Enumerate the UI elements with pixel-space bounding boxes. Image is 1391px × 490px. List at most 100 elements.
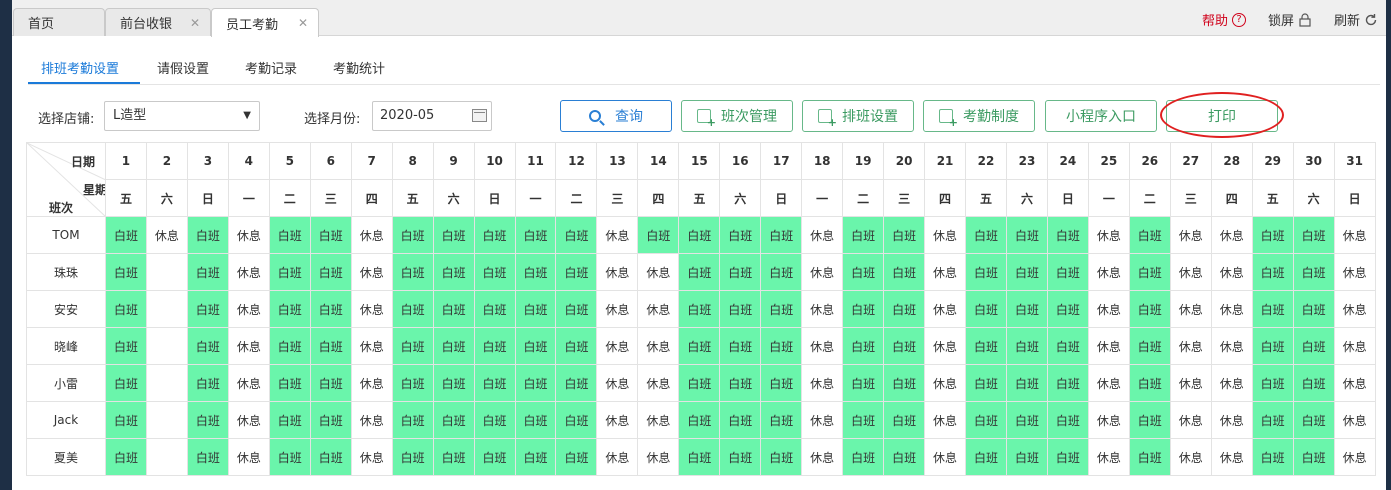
shift-cell-day[interactable]: 白班 [309, 290, 352, 328]
shift-cell-off[interactable]: 休息 [801, 327, 844, 365]
close-icon[interactable]: ✕ [190, 16, 200, 30]
shift-cell-day[interactable]: 白班 [1128, 290, 1171, 328]
shift-cell-day[interactable]: 白班 [309, 253, 352, 291]
shift-cell-off[interactable]: 休息 [637, 290, 680, 328]
shift-cell-day[interactable]: 白班 [432, 327, 475, 365]
shift-cell-day[interactable]: 白班 [268, 401, 311, 439]
shift-cell-off[interactable]: 休息 [924, 216, 967, 254]
shift-cell-day[interactable]: 白班 [678, 438, 721, 476]
shift-cell-day[interactable]: 白班 [760, 253, 803, 291]
shift-cell-day[interactable]: 白班 [1251, 253, 1294, 291]
shift-cell-off[interactable]: 休息 [1169, 327, 1212, 365]
shift-cell-day[interactable]: 白班 [309, 216, 352, 254]
shift-cell-off[interactable]: 休息 [924, 290, 967, 328]
shift-cell-day[interactable]: 白班 [678, 364, 721, 402]
subtab-attendance-stats[interactable]: 考勤统计 [333, 58, 385, 77]
shift-cell-day[interactable]: 白班 [965, 290, 1007, 328]
shift-cell-day[interactable]: 白班 [1128, 216, 1171, 254]
shift-cell-day[interactable]: 白班 [1251, 216, 1294, 254]
shift-cell-off[interactable]: 休息 [1210, 290, 1253, 328]
shift-cell-off[interactable]: 休息 [1169, 290, 1212, 328]
shift-cell-off[interactable]: 休息 [1333, 438, 1376, 476]
shift-cell-day[interactable]: 白班 [105, 327, 147, 365]
shift-cell-day[interactable]: 白班 [391, 438, 434, 476]
shift-cell-day[interactable]: 白班 [1251, 290, 1294, 328]
shift-cell-day[interactable]: 白班 [514, 327, 557, 365]
tab-staff-attendance[interactable]: 员工考勤 ✕ [211, 8, 319, 37]
shift-cell-day[interactable]: 白班 [965, 253, 1007, 291]
shift-cell-off[interactable]: 休息 [1210, 327, 1253, 365]
shift-cell-day[interactable]: 白班 [1251, 364, 1294, 402]
shift-cell-off[interactable]: 休息 [145, 216, 188, 254]
shift-cell-day[interactable]: 白班 [842, 401, 885, 439]
shift-cell-day[interactable]: 白班 [391, 364, 434, 402]
shift-cell-day[interactable]: 白班 [883, 327, 926, 365]
shift-cell-day[interactable]: 白班 [186, 364, 229, 402]
shift-cell-off[interactable]: 休息 [1210, 438, 1253, 476]
shift-cell-day[interactable]: 白班 [391, 216, 434, 254]
store-select[interactable]: L造型 ▼ [104, 101, 260, 131]
shift-cell-day[interactable]: 白班 [555, 438, 598, 476]
shift-cell-day[interactable]: 白班 [1005, 327, 1048, 365]
shift-cell-day[interactable]: 白班 [719, 253, 762, 291]
shift-cell-day[interactable]: 白班 [1005, 438, 1048, 476]
shift-cell-day[interactable]: 白班 [432, 253, 475, 291]
shift-cell-day[interactable]: 白班 [391, 401, 434, 439]
shift-cell-day[interactable]: 白班 [1292, 327, 1335, 365]
shift-cell-day[interactable]: 白班 [842, 253, 885, 291]
shift-cell-day[interactable]: 白班 [473, 364, 516, 402]
shift-cell-day[interactable]: 白班 [842, 364, 885, 402]
shift-cell-day[interactable]: 白班 [1046, 327, 1089, 365]
shift-cell-day[interactable]: 白班 [760, 327, 803, 365]
shift-cell-off[interactable]: 休息 [1210, 216, 1253, 254]
schedule-setting-button[interactable]: 排班设置 [802, 100, 914, 132]
shift-cell-off[interactable]: 休息 [1333, 327, 1376, 365]
shift-cell-day[interactable]: 白班 [391, 327, 434, 365]
shift-cell-off[interactable]: 休息 [1169, 438, 1212, 476]
shift-cell-off[interactable]: 休息 [1087, 401, 1130, 439]
shift-cell-day[interactable]: 白班 [105, 290, 147, 328]
shift-cell-day[interactable]: 白班 [1046, 253, 1089, 291]
shift-cell-day[interactable]: 白班 [432, 290, 475, 328]
shift-cell-off[interactable]: 休息 [227, 216, 270, 254]
shift-cell-off[interactable]: 休息 [596, 438, 639, 476]
shift-cell-off[interactable]: 休息 [801, 290, 844, 328]
shift-cell-empty[interactable] [145, 364, 188, 402]
shift-cell-day[interactable]: 白班 [555, 290, 598, 328]
subtab-attendance-records[interactable]: 考勤记录 [245, 58, 297, 77]
shift-cell-off[interactable]: 休息 [1333, 290, 1376, 328]
shift-cell-day[interactable]: 白班 [883, 216, 926, 254]
shift-cell-off[interactable]: 休息 [1087, 327, 1130, 365]
shift-cell-day[interactable]: 白班 [309, 364, 352, 402]
shift-cell-day[interactable]: 白班 [1251, 438, 1294, 476]
shift-cell-day[interactable]: 白班 [842, 327, 885, 365]
shift-cell-off[interactable]: 休息 [350, 438, 393, 476]
miniapp-entry-button[interactable]: 小程序入口 [1045, 100, 1157, 132]
shift-cell-off[interactable]: 休息 [1333, 401, 1376, 439]
shift-cell-day[interactable]: 白班 [1292, 438, 1335, 476]
shift-cell-day[interactable]: 白班 [1005, 290, 1048, 328]
shift-cell-off[interactable]: 休息 [350, 216, 393, 254]
shift-cell-day[interactable]: 白班 [105, 438, 147, 476]
shift-cell-day[interactable]: 白班 [514, 253, 557, 291]
shift-cell-off[interactable]: 休息 [350, 253, 393, 291]
shift-cell-day[interactable]: 白班 [268, 290, 311, 328]
shift-cell-day[interactable]: 白班 [1046, 364, 1089, 402]
shift-cell-off[interactable]: 休息 [1333, 364, 1376, 402]
shift-cell-day[interactable]: 白班 [1292, 216, 1335, 254]
shift-cell-day[interactable]: 白班 [555, 327, 598, 365]
shift-cell-off[interactable]: 休息 [596, 364, 639, 402]
shift-cell-day[interactable]: 白班 [883, 438, 926, 476]
shift-cell-day[interactable]: 白班 [719, 216, 762, 254]
shift-cell-day[interactable]: 白班 [1292, 401, 1335, 439]
tab-home[interactable]: 首页 [13, 8, 105, 36]
shift-cell-day[interactable]: 白班 [1292, 290, 1335, 328]
shift-cell-day[interactable]: 白班 [432, 216, 475, 254]
shift-cell-day[interactable]: 白班 [268, 327, 311, 365]
shift-cell-day[interactable]: 白班 [965, 401, 1007, 439]
shift-cell-day[interactable]: 白班 [883, 290, 926, 328]
shift-cell-day[interactable]: 白班 [760, 216, 803, 254]
shift-cell-off[interactable]: 休息 [1210, 364, 1253, 402]
shift-cell-off[interactable]: 休息 [596, 216, 639, 254]
shift-cell-off[interactable]: 休息 [227, 401, 270, 439]
